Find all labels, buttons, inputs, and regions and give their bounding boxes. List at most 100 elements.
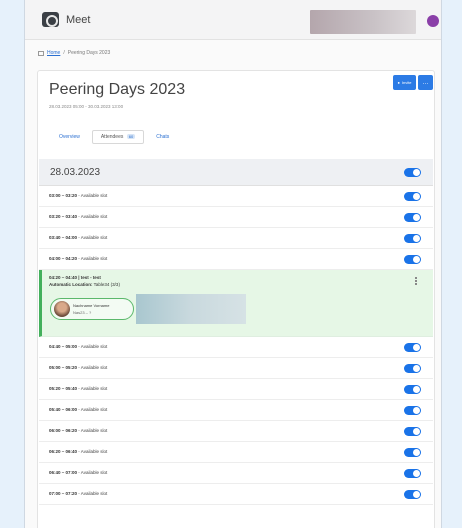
participant-name: Nachname Vorname — [73, 303, 110, 308]
more-button[interactable]: … — [418, 75, 433, 90]
location-value: Table34 (3/3) — [93, 282, 120, 287]
slot-status: Available slot — [80, 235, 108, 240]
kebab-menu-icon[interactable] — [415, 277, 417, 285]
tab-overview[interactable]: Overview — [50, 130, 89, 144]
slot-time: 06:00 – 06:20 — [49, 428, 78, 433]
slot-row: 06:20 – 06:40 - Available slot — [39, 442, 433, 463]
slot-text: 07:00 – 07:20 - Available slot — [49, 491, 108, 496]
breadcrumb: Home / Peering Days 2023 — [38, 50, 110, 56]
slot-toggle[interactable] — [404, 427, 421, 436]
user-menu-icon[interactable] — [427, 15, 439, 27]
breadcrumb-current: Peering Days 2023 — [67, 50, 111, 56]
booked-slot[interactable]: 04:20 – 04:40 | test - test Automatic Lo… — [39, 270, 433, 337]
slot-status: Available slot — [80, 449, 108, 454]
slot-time: 05:20 – 05:40 — [49, 386, 78, 391]
slot-list: 03:00 – 03:20 - Available slot 03:20 – 0… — [39, 186, 433, 505]
slot-row: 03:40 – 04:00 - Available slot — [39, 228, 433, 249]
slot-text: 04:00 – 04:20 - Available slot — [49, 256, 108, 261]
booked-slot-location: Automatic Location: Table34 (3/3) — [49, 282, 120, 287]
slot-toggle[interactable] — [404, 364, 421, 373]
slot-row: 06:00 – 06:20 - Available slot — [39, 421, 433, 442]
slot-row: 03:00 – 03:20 - Available slot — [39, 186, 433, 207]
slot-toggle[interactable] — [404, 406, 421, 415]
slot-row: 05:40 – 06:00 - Available slot — [39, 400, 433, 421]
slot-status: Available slot — [80, 214, 108, 219]
location-label: Automatic Location: — [49, 282, 93, 287]
logo-icon[interactable] — [42, 12, 59, 27]
slot-toggle[interactable] — [404, 448, 421, 457]
slot-toggle[interactable] — [404, 343, 421, 352]
tab-attendees[interactable]: Attendees 60 — [91, 130, 145, 144]
slot-time: 05:40 – 06:00 — [49, 407, 78, 412]
slot-toggle[interactable] — [404, 255, 421, 264]
booked-slot-time: 04:20 – 04:40 — [49, 275, 78, 280]
attendees-count-badge: 60 — [126, 134, 136, 139]
slot-time: 03:00 – 03:20 — [49, 193, 78, 198]
slot-row: 04:00 – 04:20 - Available slot — [39, 249, 433, 270]
slot-toggle[interactable] — [404, 490, 421, 499]
slot-text: 06:20 – 06:40 - Available slot — [49, 449, 108, 454]
blurred-header-area — [310, 10, 416, 34]
slot-time: 03:20 – 03:40 — [49, 214, 78, 219]
slot-status: Available slot — [80, 193, 108, 198]
invite-button-label: Invite — [401, 80, 412, 85]
slot-toggle[interactable] — [404, 469, 421, 478]
slot-status: Available slot — [80, 428, 108, 433]
event-date-range: 28.03.2023 05:00 - 30.03.2023 13:00 — [49, 104, 124, 109]
slot-time: 05:00 – 05:20 — [49, 365, 78, 370]
invite-button[interactable]: ● Invite — [393, 75, 416, 90]
tab-chats[interactable]: Chats — [147, 130, 178, 144]
booked-slot-title: test — [80, 275, 89, 280]
slot-toggle[interactable] — [404, 192, 421, 201]
slot-text: 05:40 – 06:00 - Available slot — [49, 407, 108, 412]
participant-chip[interactable]: Nachname Vorname Nas23 – ? — [50, 298, 134, 320]
user-plus-icon: ● — [397, 80, 400, 85]
more-button-label: … — [422, 79, 429, 86]
slot-text: 03:40 – 04:00 - Available slot — [49, 235, 108, 240]
slot-toggle[interactable] — [404, 385, 421, 394]
day-toggle[interactable] — [404, 168, 421, 177]
avatar — [54, 301, 70, 317]
home-icon — [38, 50, 44, 56]
tab-bar: Overview Attendees 60 Chats — [50, 130, 178, 144]
slot-row: 07:00 – 07:20 - Available slot — [39, 484, 433, 505]
booked-slot-heading: 04:20 – 04:40 | test - test — [49, 275, 101, 280]
app-title[interactable]: Meet — [66, 14, 90, 26]
day-header: 28.03.2023 — [39, 159, 433, 186]
slot-status: Available slot — [80, 386, 108, 391]
slot-text: 05:20 – 05:40 - Available slot — [49, 386, 108, 391]
slot-status: Available slot — [80, 491, 108, 496]
slot-time: 07:00 – 07:20 — [49, 491, 78, 496]
slot-status: Available slot — [80, 470, 108, 475]
event-card: Peering Days 2023 28.03.2023 05:00 - 30.… — [37, 70, 435, 528]
slot-row: 05:20 – 05:40 - Available slot — [39, 379, 433, 400]
tab-attendees-label: Attendees — [100, 134, 124, 140]
slot-text: 06:00 – 06:20 - Available slot — [49, 428, 108, 433]
booked-slot-status: test — [92, 275, 101, 280]
slot-text: 03:00 – 03:20 - Available slot — [49, 193, 108, 198]
slot-row: 03:20 – 03:40 - Available slot — [39, 207, 433, 228]
slot-time: 06:40 – 07:00 — [49, 470, 78, 475]
slot-row: 05:00 – 05:20 - Available slot — [39, 358, 433, 379]
slot-status: Available slot — [80, 365, 108, 370]
app-frame: Meet Home / Peering Days 2023 Peering Da… — [24, 0, 442, 528]
slot-toggle[interactable] — [404, 234, 421, 243]
slot-status: Available slot — [80, 344, 108, 349]
blurred-area — [136, 294, 246, 324]
slot-text: 05:00 – 05:20 - Available slot — [49, 365, 108, 370]
slot-row: 06:40 – 07:00 - Available slot — [39, 463, 433, 484]
slot-time: 04:00 – 04:20 — [49, 256, 78, 261]
slot-row: 04:40 – 05:00 - Available slot — [39, 337, 433, 358]
slot-time: 06:20 – 06:40 — [49, 449, 78, 454]
day-label: 28.03.2023 — [50, 167, 101, 178]
breadcrumb-home-link[interactable]: Home — [47, 50, 60, 56]
top-navbar: Meet — [25, 0, 441, 40]
slot-status: Available slot — [80, 256, 108, 261]
slot-time: 04:40 – 05:00 — [49, 344, 78, 349]
slot-toggle[interactable] — [404, 213, 421, 222]
breadcrumb-separator: / — [63, 50, 65, 56]
slot-text: 04:40 – 05:00 - Available slot — [49, 344, 108, 349]
page-title: Peering Days 2023 — [49, 81, 186, 98]
slot-text: 03:20 – 03:40 - Available slot — [49, 214, 108, 219]
slot-text: 06:40 – 07:00 - Available slot — [49, 470, 108, 475]
